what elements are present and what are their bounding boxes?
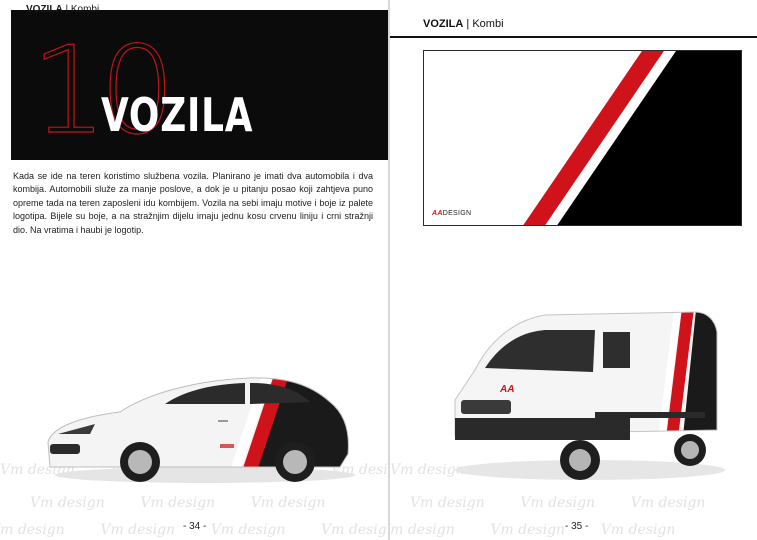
- right-header-sep: |: [466, 18, 470, 30]
- right-header-bold: VOZILA: [423, 18, 464, 30]
- body-paragraph: Kada se ide na teren koristimo službena …: [13, 171, 373, 235]
- page-number: - 35 -: [565, 521, 589, 532]
- van-illustration: AA: [454, 311, 725, 480]
- livery-design-box: AADESIGN: [423, 50, 742, 226]
- logo-text: DESIGN: [442, 210, 472, 217]
- aa-design-logo: AADESIGN: [432, 210, 471, 217]
- chapter-title: VOZILA: [101, 88, 254, 142]
- header-rule: [390, 36, 757, 38]
- right-running-header: VOZILA | Kombi: [423, 18, 504, 30]
- page-number: - 34 -: [183, 521, 207, 532]
- svg-text:AA: AA: [499, 384, 514, 395]
- watermark: Vm design Vm design Vm design: [30, 495, 326, 511]
- car-illustration: [47, 377, 355, 483]
- left-page: 10 VOZILA VOZILA | Kombi Kada se ide na …: [0, 0, 388, 540]
- watermark: Vm design Vm design Vm design: [390, 522, 676, 538]
- watermark: Vm design Vm design Vm design: [410, 495, 706, 511]
- livery-stripes: [523, 51, 741, 225]
- logo-mark: AA: [432, 210, 443, 217]
- left-header-bold: VOZILA: [26, 4, 63, 15]
- left-running-header: VOZILA | Kombi: [26, 4, 99, 15]
- right-header-section: Kombi: [472, 18, 504, 30]
- left-header-section: Kombi: [70, 4, 100, 15]
- chapter-banner: 10 VOZILA: [11, 10, 388, 160]
- left-header-sep: |: [65, 4, 69, 15]
- right-page: VOZILA | Kombi AADESIGN Vm design Vm des…: [390, 0, 757, 540]
